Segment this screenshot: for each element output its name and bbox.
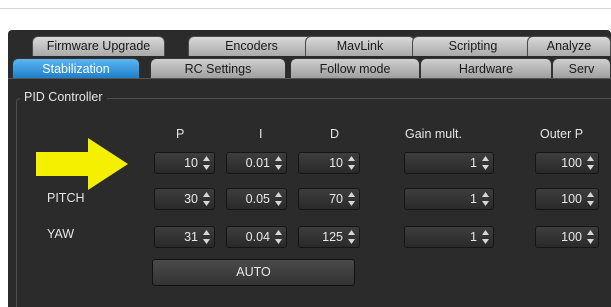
spinner-arrows-icon[interactable] xyxy=(346,154,357,172)
pitch-gain-spinbox[interactable]: 1 xyxy=(404,188,494,210)
roll-gain-spinbox[interactable]: 1 xyxy=(404,152,494,174)
spinner-arrows-icon[interactable] xyxy=(273,228,284,246)
spinbox-value: 1 xyxy=(470,156,477,170)
spinner-arrows-icon[interactable] xyxy=(585,190,596,208)
column-header-d: D xyxy=(330,127,340,141)
spinbox-value: 70 xyxy=(329,192,343,206)
tab-encoders[interactable]: Encoders xyxy=(188,36,315,56)
pid-controller-title: PID Controller xyxy=(20,90,107,104)
tab-firmware-upgrade[interactable]: Firmware Upgrade xyxy=(32,36,165,56)
spinner-arrows-icon[interactable] xyxy=(480,154,491,172)
spinbox-value: 125 xyxy=(322,230,343,244)
column-header-gain-mult: Gain mult. xyxy=(405,127,462,141)
yaw-d-spinbox[interactable]: 125 xyxy=(298,226,360,248)
spinner-arrows-icon[interactable] xyxy=(346,228,357,246)
yaw-outer-p-spinbox[interactable]: 100 xyxy=(535,226,599,248)
top-divider xyxy=(0,8,611,9)
spinner-arrows-icon[interactable] xyxy=(201,190,212,208)
spinner-arrows-icon[interactable] xyxy=(585,228,596,246)
yaw-i-spinbox[interactable]: 0.04 xyxy=(226,226,287,248)
roll-i-spinbox[interactable]: 0.01 xyxy=(226,152,287,174)
roll-p-spinbox[interactable]: 10 xyxy=(154,152,215,174)
tab-servo[interactable]: Serv xyxy=(552,58,611,78)
spinner-arrows-icon[interactable] xyxy=(201,228,212,246)
tab-stabilization[interactable]: Stabilization xyxy=(12,58,140,78)
column-header-i: I xyxy=(259,127,263,141)
tab-hardware[interactable]: Hardware xyxy=(420,58,552,78)
pitch-outer-p-spinbox[interactable]: 100 xyxy=(535,188,599,210)
spinner-arrows-icon[interactable] xyxy=(480,228,491,246)
yaw-gain-spinbox[interactable]: 1 xyxy=(404,226,494,248)
yellow-arrow-right-icon xyxy=(36,138,128,190)
yaw-p-spinbox[interactable]: 31 xyxy=(154,226,215,248)
tab-follow-mode[interactable]: Follow mode xyxy=(290,58,420,78)
row-label-pitch: PITCH xyxy=(47,191,85,205)
spinbox-value: 100 xyxy=(561,230,582,244)
spinner-arrows-icon[interactable] xyxy=(480,190,491,208)
roll-outer-p-spinbox[interactable]: 100 xyxy=(535,152,599,174)
spinner-arrows-icon[interactable] xyxy=(201,154,212,172)
tab-mavlink[interactable]: MavLink xyxy=(305,36,415,56)
spinbox-value: 0.01 xyxy=(245,156,270,170)
spinbox-value: 0.04 xyxy=(245,230,270,244)
roll-d-spinbox[interactable]: 10 xyxy=(298,152,360,174)
tab-rc-settings[interactable]: RC Settings xyxy=(150,58,286,78)
column-header-p: P xyxy=(176,127,185,141)
pitch-i-spinbox[interactable]: 0.05 xyxy=(226,188,287,210)
spinbox-value: 100 xyxy=(561,156,582,170)
spinbox-value: 1 xyxy=(470,230,477,244)
column-header-outer-p: Outer P xyxy=(540,127,584,141)
tab-analyze[interactable]: Analyze xyxy=(527,36,611,56)
row-label-yaw: YAW xyxy=(47,227,75,241)
spinbox-value: 31 xyxy=(184,230,198,244)
auto-button[interactable]: AUTO xyxy=(152,259,355,286)
spinbox-value: 100 xyxy=(561,192,582,206)
spinbox-value: 10 xyxy=(184,156,198,170)
spinner-arrows-icon[interactable] xyxy=(585,154,596,172)
spinbox-value: 1 xyxy=(470,192,477,206)
spinbox-value: 10 xyxy=(329,156,343,170)
spinbox-value: 0.05 xyxy=(245,192,270,206)
spinner-arrows-icon[interactable] xyxy=(346,190,357,208)
pitch-d-spinbox[interactable]: 70 xyxy=(298,188,360,210)
spinner-arrows-icon[interactable] xyxy=(273,154,284,172)
pitch-p-spinbox[interactable]: 30 xyxy=(154,188,215,210)
tab-scripting[interactable]: Scripting xyxy=(412,36,534,56)
spinner-arrows-icon[interactable] xyxy=(273,190,284,208)
spinbox-value: 30 xyxy=(184,192,198,206)
